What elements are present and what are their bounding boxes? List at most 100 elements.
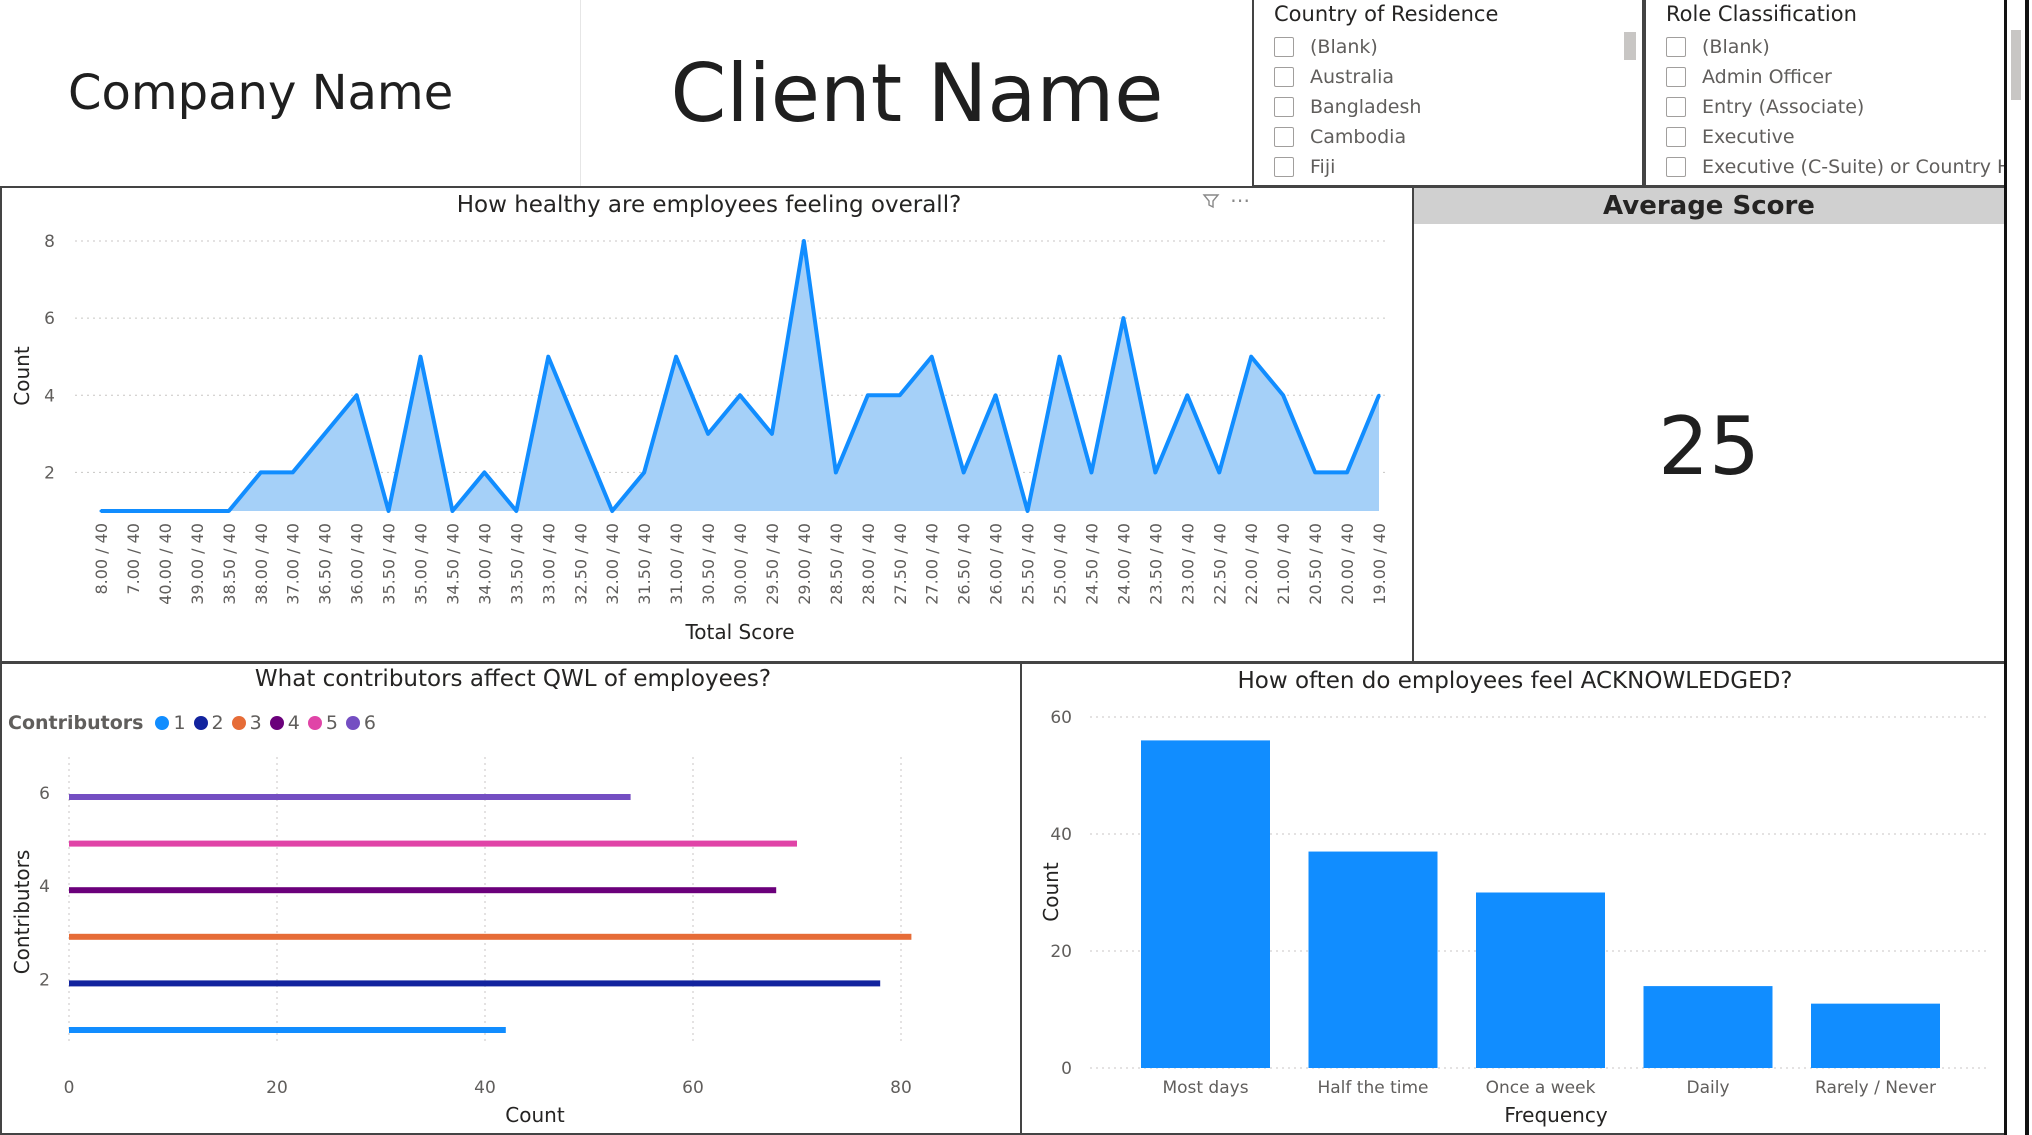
x-tick-label: 23.50 / 40 — [1146, 523, 1165, 605]
x-tick-label: 20 — [266, 1078, 288, 1098]
role-slicer-title: Role Classification — [1666, 2, 1857, 26]
role-slicer-item[interactable]: (Blank) — [1666, 32, 1992, 62]
data-point — [259, 470, 263, 474]
data-point — [738, 393, 742, 397]
role-slicer-item[interactable]: Executive — [1666, 122, 1992, 152]
data-point — [770, 432, 774, 436]
scrollbar-track — [2025, 0, 2029, 1135]
y-tick-label: 6 — [44, 309, 55, 329]
page-scrollbar[interactable] — [2004, 0, 2032, 1135]
data-point — [802, 239, 806, 243]
x-tick-label: 24.00 / 40 — [1114, 523, 1133, 605]
country-slicer-item[interactable]: (Blank) — [1274, 32, 1630, 62]
slicer-item-label: Executive — [1702, 126, 1795, 148]
country-slicer-item[interactable]: Cambodia — [1274, 122, 1630, 152]
country-slicer-scrollbar[interactable] — [1624, 32, 1636, 60]
checkbox[interactable] — [1274, 97, 1294, 117]
country-slicer-item[interactable]: Fiji — [1274, 152, 1630, 182]
data-point — [898, 393, 902, 397]
y-tick-label: 40 — [1050, 825, 1072, 845]
x-tick-label: Half the time — [1317, 1078, 1428, 1098]
checkbox[interactable] — [1274, 157, 1294, 177]
y-tick-label: 0 — [1061, 1059, 1072, 1079]
data-point — [930, 355, 934, 359]
x-tick-label: 20.00 / 40 — [1338, 523, 1357, 605]
x-axis-label: Count — [505, 1103, 565, 1127]
country-slicer[interactable]: Country of Residence (Blank) Australia Ban… — [1252, 0, 1644, 187]
country-slicer-item[interactable]: Australia — [1274, 62, 1630, 92]
checkbox[interactable] — [1666, 37, 1686, 57]
data-point — [163, 509, 167, 513]
x-tick-label: 8.00 / 40 — [92, 523, 111, 595]
x-tick-label: 21.00 / 40 — [1274, 523, 1293, 605]
contributors-bar-chart: 0 20 40 60 80 2 4 6 Count Contributors — [10, 757, 912, 1127]
x-tick-label: Once a week — [1486, 1078, 1596, 1098]
checkbox[interactable] — [1666, 127, 1686, 147]
x-tick-label: 32.00 / 40 — [603, 523, 622, 605]
slicer-item-label: Bangladesh — [1310, 96, 1422, 118]
x-tick-label: 28.50 / 40 — [827, 523, 846, 605]
x-tick-label: 34.00 / 40 — [475, 523, 494, 605]
x-tick-label: 0 — [64, 1078, 75, 1098]
y-tick-label: 4 — [39, 877, 50, 897]
data-point — [1185, 393, 1189, 397]
data-point — [674, 355, 678, 359]
checkbox[interactable] — [1274, 67, 1294, 87]
slicer-item-label: (Blank) — [1702, 36, 1770, 58]
x-tick-label: 35.50 / 40 — [380, 523, 399, 605]
role-slicer-item[interactable]: Admin Officer — [1666, 62, 1992, 92]
bar — [1811, 1003, 1940, 1068]
x-tick-label: 38.50 / 40 — [220, 523, 239, 605]
x-tick-label: 22.00 / 40 — [1242, 523, 1261, 605]
x-tick-label: 27.50 / 40 — [891, 523, 910, 605]
bar — [1643, 986, 1773, 1068]
x-tick-label: 7.00 / 40 — [124, 523, 143, 595]
scrollbar-thumb[interactable] — [2011, 30, 2021, 100]
role-slicer-item[interactable]: Executive (C-Suite) or Country H... — [1666, 152, 2004, 182]
bar — [69, 887, 777, 894]
bar — [69, 933, 912, 940]
data-point — [514, 509, 518, 513]
data-point — [1026, 509, 1030, 513]
y-tick-label: 8 — [44, 232, 55, 252]
data-point — [355, 393, 359, 397]
x-tick-label: 31.50 / 40 — [635, 523, 654, 605]
country-slicer-item[interactable]: Bangladesh — [1274, 92, 1630, 122]
checkbox[interactable] — [1666, 97, 1686, 117]
client-name: Client Name — [670, 46, 1164, 140]
x-tick-label: Most days — [1162, 1078, 1248, 1098]
x-tick-label: 29.50 / 40 — [763, 523, 782, 605]
y-axis-label: Contributors — [10, 850, 34, 975]
checkbox[interactable] — [1274, 37, 1294, 57]
y-tick-label: 6 — [39, 784, 50, 804]
x-tick-label: 36.50 / 40 — [316, 523, 335, 605]
slicer-item-label: Fiji — [1310, 156, 1336, 178]
data-point — [1313, 470, 1317, 474]
x-tick-label: 80 — [890, 1078, 912, 1098]
y-tick-label: 20 — [1050, 942, 1072, 962]
data-point — [994, 393, 998, 397]
data-point — [1089, 470, 1093, 474]
role-slicer[interactable]: Role Classification (Blank) Admin Officer… — [1644, 0, 2006, 187]
role-slicer-item[interactable]: Entry (Associate) — [1666, 92, 1992, 122]
x-tick-label: 38.00 / 40 — [252, 523, 271, 605]
slicer-item-label: (Blank) — [1310, 36, 1378, 58]
data-point — [291, 470, 295, 474]
x-tick-label: 25.00 / 40 — [1051, 523, 1070, 605]
checkbox[interactable] — [1666, 157, 1686, 177]
data-point — [1153, 470, 1157, 474]
data-point — [642, 470, 646, 474]
data-point — [866, 393, 870, 397]
slicer-item-label: Cambodia — [1310, 126, 1407, 148]
y-tick-label: 2 — [39, 970, 50, 990]
x-tick-label: 19.00 / 40 — [1370, 523, 1389, 605]
checkbox[interactable] — [1666, 67, 1686, 87]
checkbox[interactable] — [1274, 127, 1294, 147]
data-point — [1249, 355, 1253, 359]
x-tick-label: 30.50 / 40 — [699, 523, 718, 605]
x-tick-label: 31.00 / 40 — [667, 523, 686, 605]
x-tick-label: 26.50 / 40 — [955, 523, 974, 605]
data-point — [387, 509, 391, 513]
data-point — [1345, 470, 1349, 474]
slicer-item-label: Executive (C-Suite) or Country H... — [1702, 156, 2006, 178]
